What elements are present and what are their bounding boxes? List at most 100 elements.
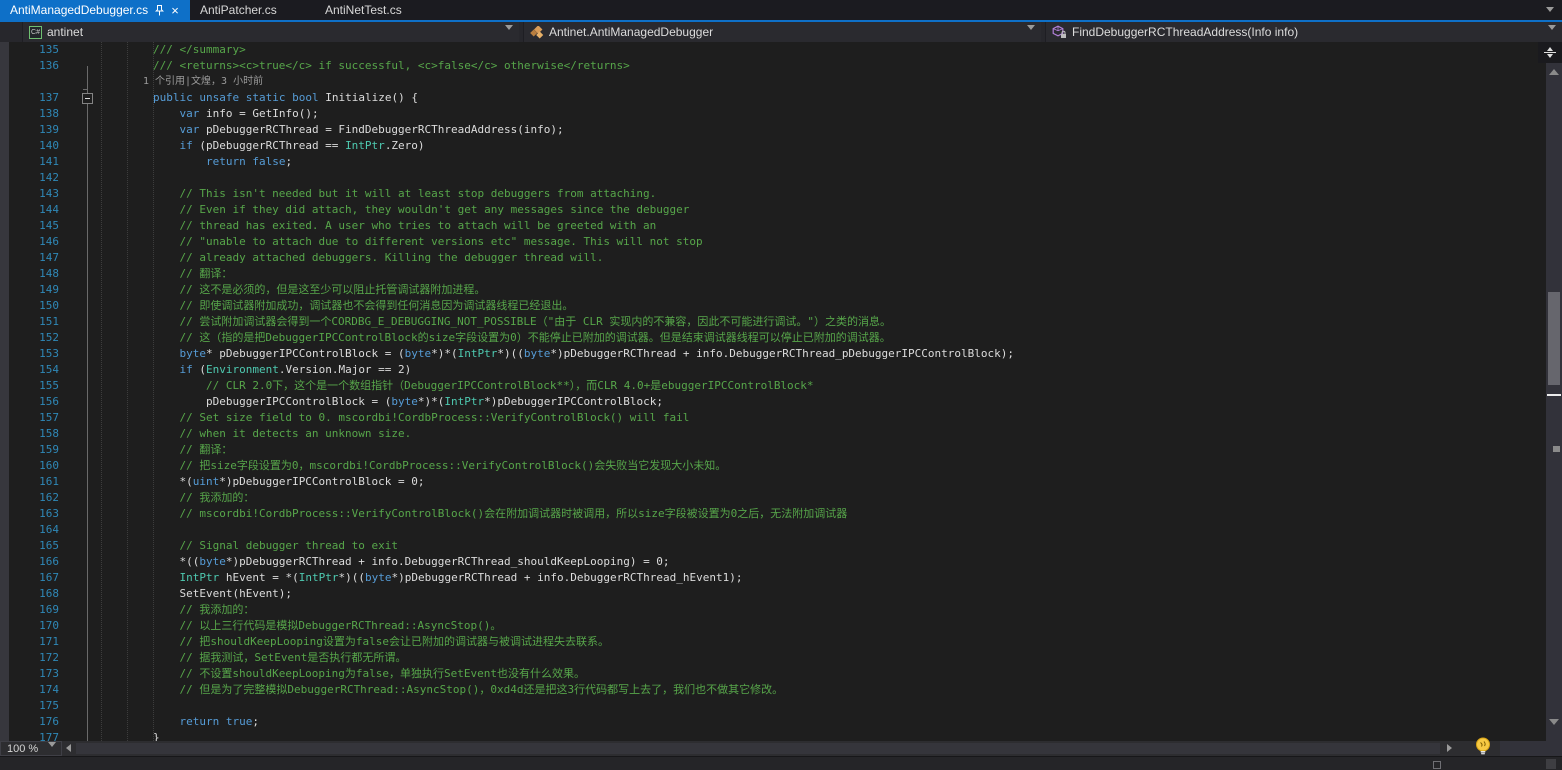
- glyph-margin[interactable]: [0, 474, 28, 490]
- glyph-margin[interactable]: [0, 650, 28, 666]
- codelens-row[interactable]: 1 个引用|文煌，3 小时前: [0, 74, 1546, 90]
- vertical-scrollbar[interactable]: [1546, 42, 1562, 741]
- pin-icon[interactable]: [154, 2, 164, 18]
- glyph-margin[interactable]: [0, 714, 28, 730]
- tab-antipatcher[interactable]: AntiPatcher.cs: [190, 0, 315, 20]
- scroll-up-arrow-icon[interactable]: [1549, 69, 1559, 75]
- glyph-margin[interactable]: [0, 346, 28, 362]
- tab-overflow-chevron-icon[interactable]: [1546, 7, 1554, 12]
- code-line[interactable]: 168 SetEvent(hEvent);: [0, 586, 1546, 602]
- close-icon[interactable]: ×: [170, 2, 180, 18]
- code-line[interactable]: 176 return true;: [0, 714, 1546, 730]
- code-line[interactable]: 164: [0, 522, 1546, 538]
- code-line[interactable]: 165 // Signal debugger thread to exit: [0, 538, 1546, 554]
- project-dropdown[interactable]: C# antinet: [22, 22, 519, 44]
- code-line[interactable]: 139 var pDebuggerRCThread = FindDebugger…: [0, 122, 1546, 138]
- glyph-margin[interactable]: [0, 586, 28, 602]
- glyph-margin[interactable]: [0, 426, 28, 442]
- code-line[interactable]: 160 // 把size字段设置为0，mscordbi!CordbProcess…: [0, 458, 1546, 474]
- split-window-handle[interactable]: [1538, 42, 1562, 63]
- scroll-left-arrow-icon[interactable]: [66, 744, 71, 752]
- code-line[interactable]: 138 var info = GetInfo();: [0, 106, 1546, 122]
- code-line[interactable]: 148 // 翻译：: [0, 266, 1546, 282]
- code-line[interactable]: 156 pDebuggerIPCControlBlock = (byte*)*(…: [0, 394, 1546, 410]
- glyph-margin[interactable]: [0, 266, 28, 282]
- glyph-margin[interactable]: [0, 218, 28, 234]
- glyph-margin[interactable]: [0, 458, 28, 474]
- glyph-margin[interactable]: [0, 490, 28, 506]
- code-line[interactable]: 166 *((byte*)pDebuggerRCThread + info.De…: [0, 554, 1546, 570]
- code-line[interactable]: 158 // when it detects an unknown size.: [0, 426, 1546, 442]
- glyph-margin[interactable]: [0, 554, 28, 570]
- code-line[interactable]: 144 // Even if they did attach, they wou…: [0, 202, 1546, 218]
- glyph-margin[interactable]: [0, 42, 28, 58]
- glyph-margin[interactable]: [0, 138, 28, 154]
- code-line[interactable]: 157 // Set size field to 0. mscordbi!Cor…: [0, 410, 1546, 426]
- glyph-margin[interactable]: [0, 378, 28, 394]
- code-line[interactable]: 162 // 我添加的：: [0, 490, 1546, 506]
- code-line[interactable]: 146 // "unable to attach due to differen…: [0, 234, 1546, 250]
- code-line[interactable]: 174 // 但是为了完整模拟DebuggerRCThread::AsyncSt…: [0, 682, 1546, 698]
- glyph-margin[interactable]: [0, 570, 28, 586]
- code-line[interactable]: 169 // 我添加的：: [0, 602, 1546, 618]
- code-line[interactable]: 136 /// <returns><c>true</c> if successf…: [0, 58, 1546, 74]
- glyph-margin[interactable]: [0, 58, 28, 74]
- type-dropdown[interactable]: Antinet.AntiManagedDebugger: [523, 22, 1041, 44]
- glyph-margin[interactable]: [0, 170, 28, 186]
- code-line[interactable]: 140 if (pDebuggerRCThread == IntPtr.Zero…: [0, 138, 1546, 154]
- code-line[interactable]: 175: [0, 698, 1546, 714]
- code-line[interactable]: 143 // This isn't needed but it will at …: [0, 186, 1546, 202]
- glyph-margin[interactable]: [0, 122, 28, 138]
- glyph-margin[interactable]: [0, 506, 28, 522]
- code-line[interactable]: 171 // 把shouldKeepLooping设置为false会让已附加的调…: [0, 634, 1546, 650]
- code-line[interactable]: 147 // already attached debuggers. Killi…: [0, 250, 1546, 266]
- code-line[interactable]: 172 // 据我测试，SetEvent是否执行都无所谓。: [0, 650, 1546, 666]
- code-line[interactable]: 167 IntPtr hEvent = *(IntPtr*)((byte*)pD…: [0, 570, 1546, 586]
- glyph-margin[interactable]: [0, 298, 28, 314]
- code-line[interactable]: 151 // 尝试附加调试器会得到一个CORDBG_E_DEBUGGING_NO…: [0, 314, 1546, 330]
- glyph-margin[interactable]: [0, 90, 28, 106]
- code-line[interactable]: 177 }: [0, 730, 1546, 741]
- glyph-margin[interactable]: [0, 202, 28, 218]
- glyph-margin[interactable]: [0, 618, 28, 634]
- glyph-margin[interactable]: [0, 234, 28, 250]
- glyph-margin[interactable]: [0, 522, 28, 538]
- scroll-down-arrow-icon[interactable]: [1549, 719, 1559, 725]
- code-line[interactable]: 135 /// </summary>: [0, 42, 1546, 58]
- code-line[interactable]: 161 *(uint*)pDebuggerIPCControlBlock = 0…: [0, 474, 1546, 490]
- code-line[interactable]: 137 public unsafe static bool Initialize…: [0, 90, 1546, 106]
- code-line[interactable]: 149 // 这不是必须的，但是这至少可以阻止托管调试器附加进程。: [0, 282, 1546, 298]
- code-editor[interactable]: 135 /// </summary> 136 /// <returns><c>tr…: [0, 42, 1562, 741]
- member-dropdown[interactable]: FindDebuggerRCThreadAddress(Info info): [1045, 22, 1562, 44]
- glyph-margin[interactable]: [0, 666, 28, 682]
- code-line[interactable]: 141 return false;: [0, 154, 1546, 170]
- code-line[interactable]: 170 // 以上三行代码是模拟DebuggerRCThread::AsyncS…: [0, 618, 1546, 634]
- zoom-level-dropdown[interactable]: 100 %: [0, 741, 62, 759]
- glyph-margin[interactable]: [0, 538, 28, 554]
- tab-antinettest[interactable]: AntiNetTest.cs: [315, 0, 440, 20]
- vertical-scrollbar-thumb[interactable]: [1548, 292, 1560, 385]
- glyph-margin[interactable]: [0, 634, 28, 650]
- code-line[interactable]: 163 // mscordbi!CordbProcess::VerifyCont…: [0, 506, 1546, 522]
- glyph-margin[interactable]: [0, 682, 28, 698]
- glyph-margin[interactable]: [0, 698, 28, 714]
- codelens-text[interactable]: 1 个引用|文煌，3 小时前: [90, 74, 263, 90]
- glyph-margin[interactable]: [0, 186, 28, 202]
- code-line[interactable]: 154 if (Environment.Version.Major == 2): [0, 362, 1546, 378]
- glyph-margin[interactable]: [0, 730, 28, 741]
- lightbulb-icon[interactable]: [1473, 736, 1493, 756]
- glyph-margin[interactable]: [0, 282, 28, 298]
- glyph-margin[interactable]: [0, 602, 28, 618]
- tab-antimanageddebugger[interactable]: AntiManagedDebugger.cs ×: [0, 0, 190, 20]
- code-line[interactable]: 152 // 这（指的是把DebuggerIPCControlBlock的siz…: [0, 330, 1546, 346]
- code-line[interactable]: 150 // 即使调试器附加成功，调试器也不会得到任何消息因为调试器线程已经退出…: [0, 298, 1546, 314]
- glyph-margin[interactable]: [0, 154, 28, 170]
- glyph-margin[interactable]: [0, 250, 28, 266]
- code-line[interactable]: 173 // 不设置shouldKeepLooping为false，单独执行Se…: [0, 666, 1546, 682]
- code-line[interactable]: 159 // 翻译：: [0, 442, 1546, 458]
- code-line[interactable]: 145 // thread has exited. A user who tri…: [0, 218, 1546, 234]
- glyph-margin[interactable]: [0, 106, 28, 122]
- horizontal-scrollbar-thumb[interactable]: [76, 743, 1440, 754]
- scroll-right-arrow-icon[interactable]: [1447, 744, 1452, 752]
- code-line[interactable]: 153 byte* pDebuggerIPCControlBlock = (by…: [0, 346, 1546, 362]
